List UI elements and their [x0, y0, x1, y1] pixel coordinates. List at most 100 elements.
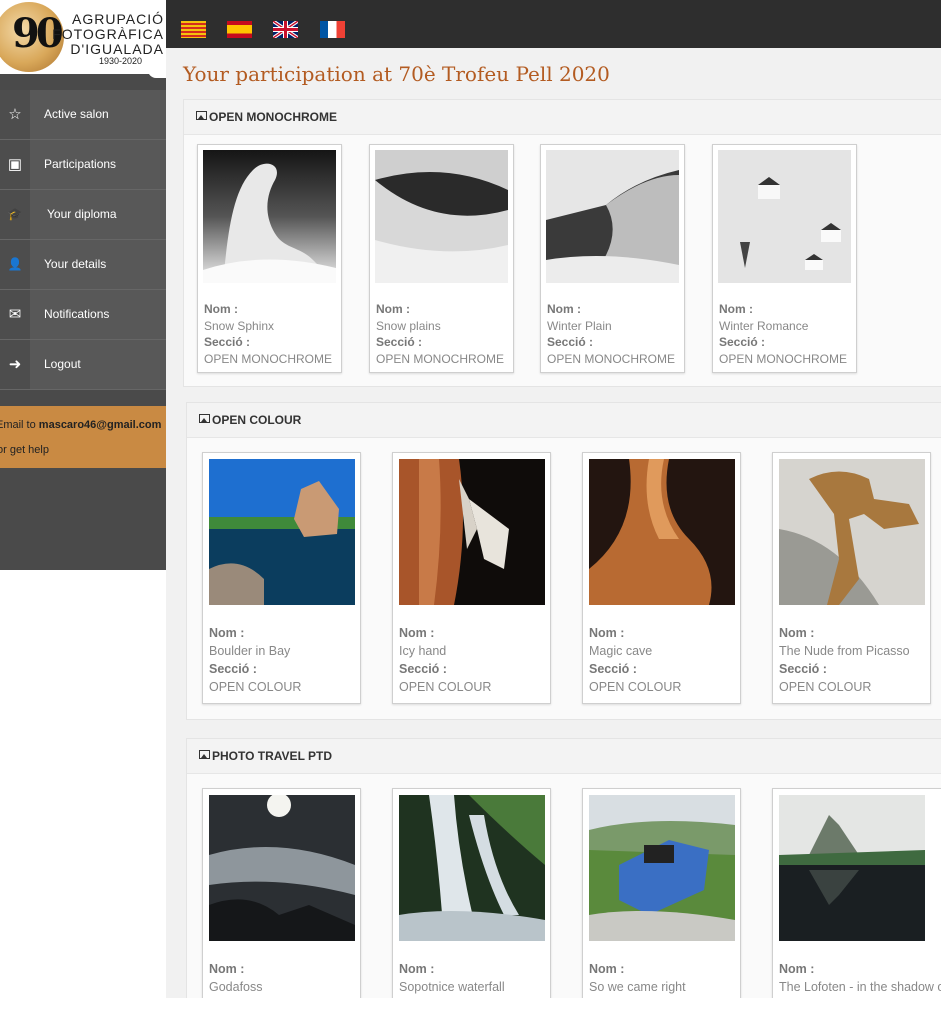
entry-name: The Nude from Picasso — [779, 644, 910, 658]
entry-name-label: Nom : — [399, 962, 435, 976]
entry-section-label: Secció : — [376, 335, 423, 349]
sidebar-item-label: Active salon — [44, 107, 109, 121]
entry-section-label: Secció : — [779, 662, 827, 676]
envelope-icon: ✉ — [0, 290, 30, 339]
photo-thumbnail[interactable] — [209, 459, 355, 605]
entry-name: Snow plains — [376, 319, 441, 333]
photo-thumbnail[interactable] — [718, 150, 851, 283]
entry-section: OPEN COLOUR — [399, 680, 492, 694]
section-title: OPEN COLOUR — [212, 413, 302, 427]
photo-card[interactable]: Nom : Winter Romance Secció : OPEN MONOC… — [712, 144, 857, 373]
flag-english-icon[interactable] — [273, 21, 298, 38]
entry-name: Icy hand — [399, 644, 447, 658]
sidebar-item-label: Your details — [44, 257, 107, 271]
logo-line2: FOTOGRÀFICA — [52, 26, 164, 42]
picture-icon — [199, 414, 210, 423]
entry-section: OPEN MONOCHROME — [376, 352, 505, 366]
sidebar-item-label: Participations — [44, 157, 117, 171]
sidebar-item-notifications[interactable]: ✉ Notifications — [0, 290, 166, 340]
entry-section-label: Secció : — [547, 335, 594, 349]
entry-name-label: Nom : — [589, 962, 625, 976]
picture-icon — [199, 750, 210, 759]
sidebar-item-label: Logout — [44, 357, 81, 371]
photo-card[interactable]: Nom : So we came right — [582, 788, 741, 999]
logout-icon: ➜ — [0, 340, 30, 389]
photo-thumbnail[interactable] — [546, 150, 679, 283]
sidebar-item-your-diploma[interactable]: 🎓 Your diploma — [0, 190, 166, 240]
photo-card[interactable]: Nom : Snow Sphinx Secció : OPEN MONOCHRO… — [197, 144, 342, 373]
help-get-help-link[interactable]: or get help — [0, 444, 49, 456]
entry-section: OPEN MONOCHROME — [719, 352, 848, 366]
sidebar: 90 AGRUPACIÓ FOTOGRÀFICA D'IGUALADA 1930… — [0, 0, 166, 570]
entry-name-label: Nom : — [779, 626, 815, 640]
section-header: PHOTO TRAVEL PTD — [187, 739, 941, 774]
photo-card[interactable]: Nom : The Nude from Picasso Secció : OPE… — [772, 452, 931, 704]
photo-card[interactable]: Nom : Icy hand Secció : OPEN COLOUR — [392, 452, 551, 704]
sidebar-menu: ☆ Active salon ▣ Participations 🎓 Your d… — [0, 90, 166, 390]
photo-card[interactable]: Nom : Boulder in Bay Secció : OPEN COLOU… — [202, 452, 361, 704]
page-bottom — [166, 998, 941, 1024]
entry-section: OPEN COLOUR — [589, 680, 682, 694]
sidebar-item-logout[interactable]: ➜ Logout — [0, 340, 166, 390]
photo-thumbnail[interactable] — [375, 150, 508, 283]
photo-thumbnail[interactable] — [589, 459, 735, 605]
photo-card[interactable]: Nom : The Lofoten - in the shadow of — [772, 788, 941, 999]
sidebar-item-participations[interactable]: ▣ Participations — [0, 140, 166, 190]
entry-section-label: Secció : — [399, 662, 447, 676]
sidebar-item-label: Notifications — [44, 307, 110, 321]
entry-name: So we came right — [589, 980, 686, 994]
entry-name: Winter Romance — [719, 319, 809, 333]
entry-section-label: Secció : — [209, 662, 257, 676]
entry-name: Snow Sphinx — [204, 319, 275, 333]
entry-name: Godafoss — [209, 980, 263, 994]
entry-section-label: Secció : — [589, 662, 637, 676]
flag-spanish-icon[interactable] — [227, 21, 252, 38]
photo-thumbnail[interactable] — [399, 459, 545, 605]
entry-name-label: Nom : — [376, 302, 410, 316]
entry-section: OPEN MONOCHROME — [547, 352, 676, 366]
sidebar-item-your-details[interactable]: 👤 Your details — [0, 240, 166, 290]
photo-thumbnail[interactable] — [779, 459, 925, 605]
section-title: PHOTO TRAVEL PTD — [212, 749, 333, 763]
photo-card[interactable]: Nom : Godafoss — [202, 788, 361, 999]
entry-name-label: Nom : — [209, 962, 245, 976]
photo-card[interactable]: Nom : Snow plains Secció : OPEN MONOCHRO… — [369, 144, 514, 373]
page-title: Your participation at 70è Trofeu Pell 20… — [183, 62, 610, 86]
club-logo[interactable]: 90 AGRUPACIÓ FOTOGRÀFICA D'IGUALADA 1930… — [0, 0, 166, 74]
photo-card[interactable]: Nom : Winter Plain Secció : OPEN MONOCHR… — [540, 144, 685, 373]
graduation-cap-icon: 🎓 — [0, 190, 30, 239]
section-title: OPEN MONOCHROME — [209, 110, 338, 124]
photo-card[interactable]: Nom : Sopotnice waterfall — [392, 788, 551, 999]
sidebar-item-active-salon[interactable]: ☆ Active salon — [0, 90, 166, 140]
entry-name: Boulder in Bay — [209, 644, 291, 658]
logo-line1: AGRUPACIÓ — [72, 11, 164, 27]
picture-icon — [196, 111, 207, 120]
help-email-link[interactable]: mascaro46@gmail.com — [39, 419, 162, 431]
entry-name: Sopotnice waterfall — [399, 980, 505, 994]
logo-years: 1930-2020 — [98, 56, 142, 66]
sidebar-toggle[interactable] — [148, 66, 166, 78]
photo-thumbnail[interactable] — [203, 150, 336, 283]
sidebar-item-label: Your diploma — [47, 207, 117, 221]
flag-catalan-icon[interactable] — [181, 21, 206, 38]
entry-name-label: Nom : — [547, 302, 581, 316]
section-header: OPEN COLOUR — [187, 403, 941, 438]
entry-section-label: Secció : — [719, 335, 766, 349]
entry-name-label: Nom : — [204, 302, 238, 316]
entry-section: OPEN COLOUR — [209, 680, 302, 694]
entry-name-label: Nom : — [779, 962, 815, 976]
entry-name: The Lofoten - in the shadow of — [779, 980, 941, 994]
photo-card[interactable]: Nom : Magic cave Secció : OPEN COLOUR — [582, 452, 741, 704]
photo-thumbnail[interactable] — [209, 795, 355, 941]
help-email-prefix: Email to — [0, 419, 39, 431]
entry-section-label: Secció : — [204, 335, 251, 349]
logo-line3: D'IGUALADA — [70, 41, 164, 57]
help-box: Email to mascaro46@gmail.com or get help — [0, 406, 166, 468]
user-icon: 👤 — [0, 240, 30, 289]
entry-section: OPEN COLOUR — [779, 680, 872, 694]
photo-thumbnail[interactable] — [779, 795, 925, 941]
help-email-line: Email to mascaro46@gmail.com — [0, 419, 161, 431]
flag-french-icon[interactable] — [320, 21, 345, 38]
photo-thumbnail[interactable] — [399, 795, 545, 941]
photo-thumbnail[interactable] — [589, 795, 735, 941]
